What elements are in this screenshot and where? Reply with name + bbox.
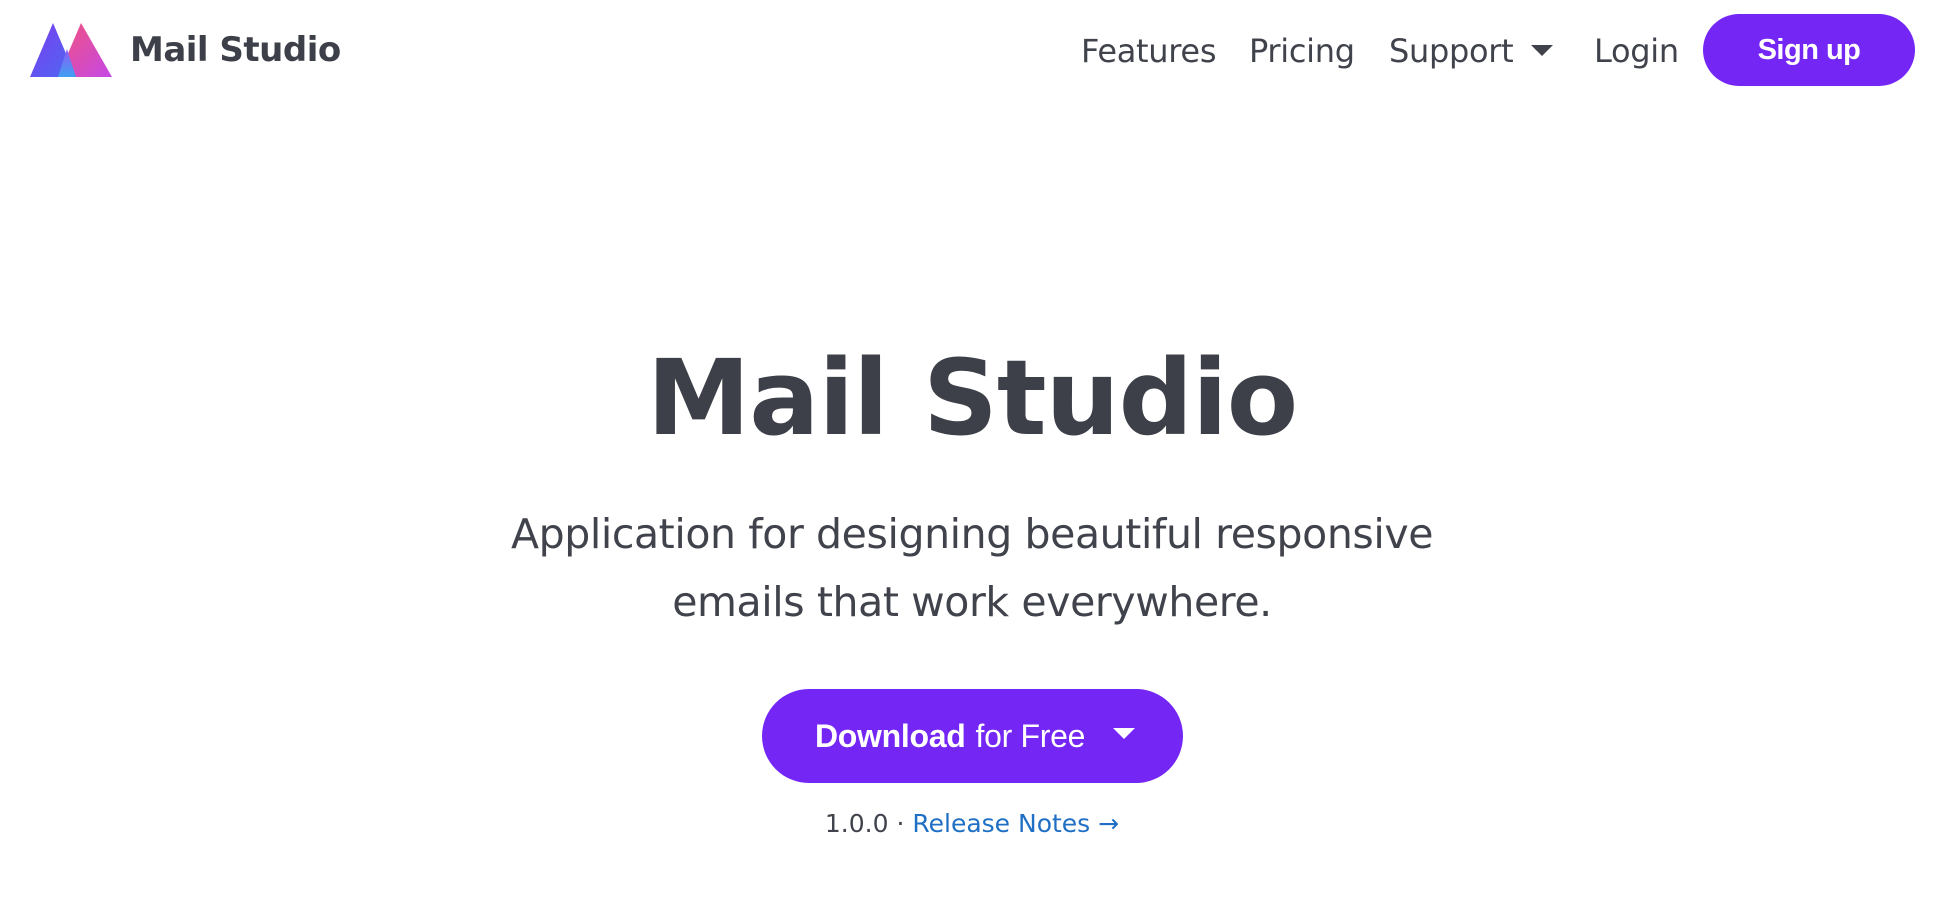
caret-down-icon bbox=[1531, 44, 1554, 56]
signup-button[interactable]: Sign up bbox=[1703, 14, 1915, 86]
brand-name: Mail Studio bbox=[130, 30, 341, 70]
nav-dropdown-support[interactable]: Support bbox=[1389, 26, 1554, 76]
version-line: 1.0.0 · Release Notes → bbox=[0, 806, 1944, 842]
hero-subtitle-line-1: Application for designing beautiful resp… bbox=[510, 510, 1434, 558]
brand-logo-link[interactable]: Mail Studio bbox=[30, 20, 341, 80]
version-number: 1.0.0 bbox=[824, 809, 889, 838]
triangles-logo-icon bbox=[30, 23, 112, 77]
navbar: Mail Studio Features Pricing Support Log… bbox=[0, 0, 1944, 104]
hero-title: Mail Studio bbox=[646, 337, 1298, 459]
download-button[interactable]: Download for Free bbox=[762, 689, 1183, 783]
version-separator: · bbox=[896, 809, 905, 838]
nav-link-features[interactable]: Features bbox=[1081, 26, 1217, 76]
hero-subtitle-line-2: emails that work everywhere. bbox=[672, 578, 1272, 626]
nav-link-login[interactable]: Login bbox=[1594, 26, 1679, 76]
caret-down-icon bbox=[1113, 727, 1136, 739]
nav-link-pricing[interactable]: Pricing bbox=[1249, 26, 1355, 76]
hero-subtitle: Application for designing beautiful resp… bbox=[0, 500, 1944, 636]
release-notes-link[interactable]: Release Notes → bbox=[912, 809, 1119, 838]
nav-support-label: Support bbox=[1389, 32, 1514, 70]
download-label-rest: for Free bbox=[975, 717, 1086, 754]
download-label-strong: Download bbox=[815, 717, 966, 754]
